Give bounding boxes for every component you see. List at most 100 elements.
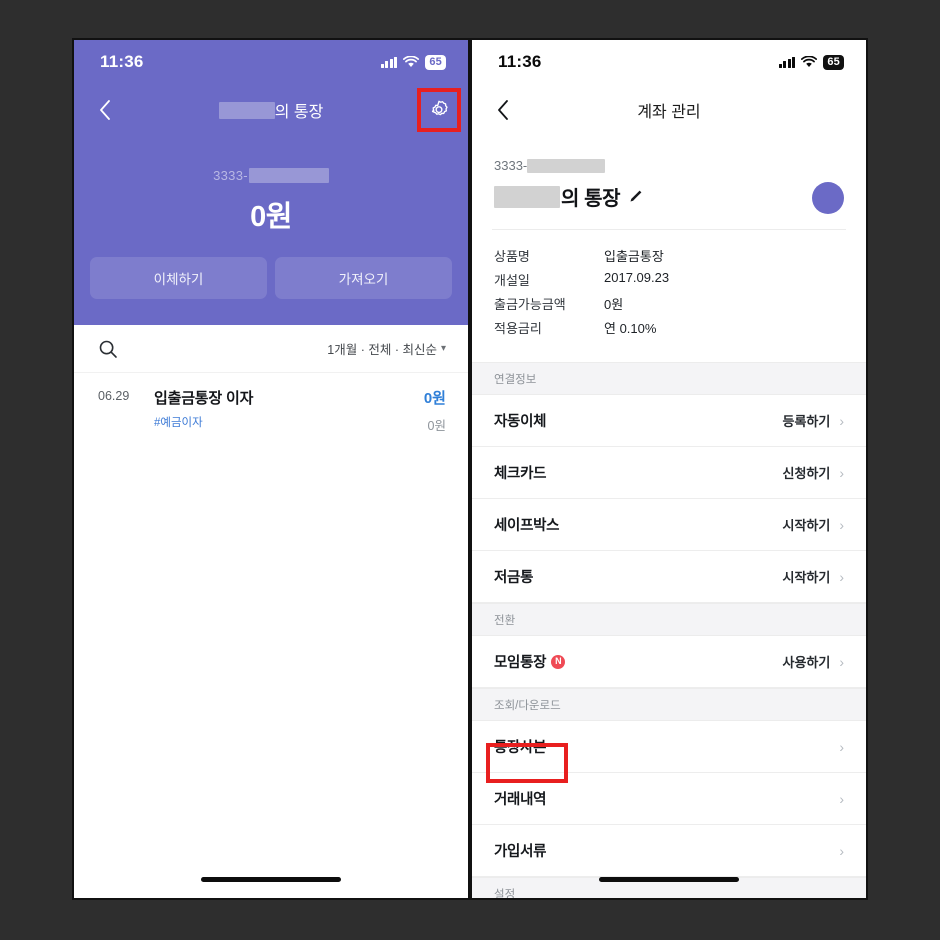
page-title: 계좌 관리 <box>637 104 701 121</box>
list-item-label: 가입서류 <box>494 844 547 860</box>
chevron-right-icon: › <box>839 464 844 481</box>
transfer-button[interactable]: 이체하기 <box>90 257 267 299</box>
transaction-balance: 0원 <box>427 419 446 433</box>
status-indicators: 65 <box>778 54 847 70</box>
list-item: 적용금리 연 0.10% <box>494 318 846 337</box>
back-button[interactable] <box>90 95 120 125</box>
redacted-account-number <box>248 168 329 183</box>
transaction-amount: 0원 <box>423 390 446 407</box>
chevron-right-icon: › <box>839 568 844 585</box>
transaction-filter-label: 1개월 · 전체 · 최신순 <box>327 343 437 357</box>
pencil-icon[interactable] <box>628 189 643 204</box>
transaction-title: 입출금통장 이자 <box>154 390 254 407</box>
chevron-left-icon <box>100 100 110 120</box>
list-item-action-label: 등록하기 <box>782 414 831 429</box>
list-item-action[interactable]: 신청하기 › <box>782 463 844 482</box>
account-number: 3333- <box>494 158 846 173</box>
transaction-amounts: 0원 0원 <box>424 387 446 434</box>
account-balance: 0원 <box>250 201 292 233</box>
list-item: 출금가능금액 0원 <box>494 294 846 313</box>
spec-value: 0원 <box>604 297 624 312</box>
list-item-label: 저금통 <box>494 570 534 586</box>
list-item-safebox[interactable]: 세이프박스 시작하기 › <box>472 499 866 551</box>
list-item-action-label: 시작하기 <box>782 570 831 585</box>
cellular-signal-icon <box>380 56 398 68</box>
account-spec-list: 상품명 입출금통장 개설일 2017.09.23 출금가능금액 0원 적용금리 … <box>472 230 866 362</box>
list-item-action[interactable]: › <box>839 791 844 807</box>
list-item-label: 거래내역 <box>494 792 547 808</box>
table-row[interactable]: 06.29 입출금통장 이자 #예금이자 0원 0원 <box>74 373 468 450</box>
list-item: 상품명 입출금통장 <box>494 246 846 265</box>
list-item-check-card[interactable]: 체크카드 신청하기 › <box>472 447 866 499</box>
section-heading-inquiry-download: 조회/다운로드 <box>472 688 866 721</box>
right-nav-bar: 계좌 관리 <box>472 84 866 136</box>
spec-key: 출금가능금액 <box>494 297 566 312</box>
chevron-down-icon: ▾ <box>440 343 446 354</box>
battery-indicator: 65 <box>823 54 847 70</box>
list-item: 개설일 2017.09.23 <box>494 270 846 289</box>
bankbook-copy-highlight-box <box>486 743 568 783</box>
list-item-label: 체크카드 <box>494 466 547 482</box>
account-name-row[interactable]: 의 통장 <box>494 182 846 211</box>
avatar[interactable] <box>812 182 844 214</box>
right-phone-screen: 11:36 65 계좌 관리 3333- 의 통장 상품명 입출금통장 개설일 … <box>470 38 868 900</box>
status-time: 11:36 <box>100 52 144 71</box>
page-title: 의 통장 <box>74 98 468 122</box>
transactions-filter-bar: 1개월 · 전체 · 최신순 ▾ <box>74 325 468 373</box>
list-item-action[interactable]: › <box>839 843 844 859</box>
account-header: 3333- 의 통장 <box>472 136 866 229</box>
settings-highlight-box <box>417 88 461 132</box>
section-heading-linked-info: 연결정보 <box>472 362 866 395</box>
list-item-action[interactable]: 시작하기 › <box>782 515 844 534</box>
left-nav-bar: 의 통장 <box>74 84 468 136</box>
chevron-right-icon: › <box>839 738 844 755</box>
account-number: 3333- <box>74 168 468 183</box>
chevron-left-icon <box>498 100 508 120</box>
account-name: 의 통장 <box>494 182 621 211</box>
redacted-name <box>494 185 560 208</box>
search-icon[interactable] <box>98 339 118 359</box>
list-item-group-account[interactable]: 모임통장 N 사용하기 › <box>472 636 866 688</box>
fetch-button[interactable]: 가져오기 <box>275 257 452 299</box>
chevron-right-icon: › <box>839 842 844 859</box>
section-heading-conversion: 전환 <box>472 603 866 636</box>
account-number-prefix: 3333- <box>213 168 248 183</box>
list-item-action[interactable]: 시작하기 › <box>782 567 844 586</box>
spec-value: 입출금통장 <box>604 249 664 264</box>
list-item-subscription-documents[interactable]: 가입서류 › <box>472 825 866 877</box>
back-button[interactable] <box>488 95 518 125</box>
status-time: 11:36 <box>498 52 542 71</box>
hero-action-buttons: 이체하기 가져오기 <box>90 257 452 299</box>
list-item-action-label: 시작하기 <box>782 518 831 533</box>
home-indicator <box>201 877 341 882</box>
spec-key: 적용금리 <box>494 321 542 336</box>
list-item-piggybank[interactable]: 저금통 시작하기 › <box>472 551 866 603</box>
left-phone-screen: 11:36 65 의 통장 3333- 0원 이체하기 가져오기 1개월 · 전… <box>72 38 470 900</box>
list-item-label-text: 모임통장 <box>494 655 547 671</box>
cellular-signal-icon <box>778 56 796 68</box>
chevron-right-icon: › <box>839 412 844 429</box>
wifi-icon <box>403 56 420 68</box>
list-item-label: 세이프박스 <box>494 518 560 534</box>
spec-value: 2017.09.23 <box>604 270 670 285</box>
transaction-tag[interactable]: #예금이자 <box>154 414 410 430</box>
list-item-auto-transfer[interactable]: 자동이체 등록하기 › <box>472 395 866 447</box>
chevron-right-icon: › <box>839 516 844 533</box>
list-item-label: 자동이체 <box>494 414 547 430</box>
chevron-right-icon: › <box>839 790 844 807</box>
spec-value: 연 0.10% <box>604 321 657 336</box>
transaction-detail: 입출금통장 이자 #예금이자 <box>154 387 410 434</box>
list-item-action[interactable]: 사용하기 › <box>782 652 844 671</box>
transaction-filter-select[interactable]: 1개월 · 전체 · 최신순 ▾ <box>327 339 446 358</box>
spec-key: 상품명 <box>494 249 530 264</box>
home-indicator <box>599 877 739 882</box>
new-badge-icon: N <box>551 654 566 669</box>
list-item-label: 모임통장 N <box>494 651 566 672</box>
list-item-action[interactable]: 등록하기 › <box>782 411 844 430</box>
list-item-action-label: 사용하기 <box>782 655 831 670</box>
spec-key: 개설일 <box>494 273 530 288</box>
account-hero-panel: 11:36 65 의 통장 3333- 0원 이체하기 가져오기 <box>74 40 468 325</box>
left-status-bar: 11:36 65 <box>74 40 468 84</box>
list-item-action[interactable]: › <box>839 739 844 755</box>
redacted-name <box>218 102 275 119</box>
